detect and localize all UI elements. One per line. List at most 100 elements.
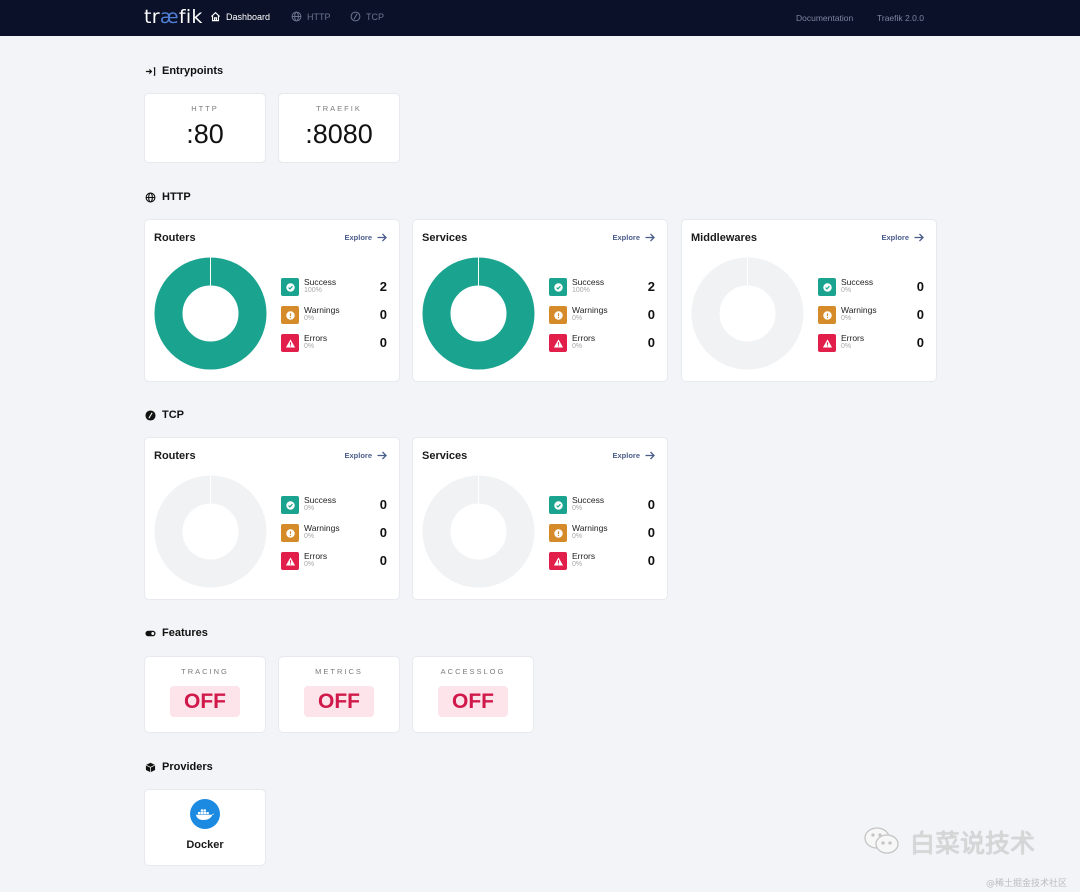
stat-count: 0 [647,497,655,512]
warning-triangle-icon [818,334,836,352]
http-heading: HTTP [145,191,191,203]
stat-count: 0 [379,307,387,322]
stat-label: Success [572,277,605,287]
stat-row-success: Success 0% 0 [549,495,655,515]
explore-link[interactable]: Explore [344,233,387,242]
feature-name: TRACING [181,667,229,676]
stat-count: 0 [647,335,655,350]
stat-row-warning: Warnings 0% 0 [281,523,387,543]
globe-icon [291,11,302,22]
stat-count: 0 [379,553,387,568]
explore-link[interactable]: Explore [612,451,655,460]
stat-percent: 0% [572,533,583,540]
stat-count: 0 [647,553,655,568]
entrypoint-port: :80 [186,119,224,149]
stat-percent: 100% [572,287,590,294]
stat-row-warning: Warnings 0% 0 [281,305,387,325]
stat-row-warning: Warnings 0% 0 [818,305,924,325]
explore-link[interactable]: Explore [612,233,655,242]
exclamation-circle-icon [818,306,836,324]
wechat-icon [864,827,899,854]
stat-label: Success [304,277,337,287]
stat-label: Success [304,495,337,505]
arrow-right-icon [645,233,655,242]
entrypoint-name: TRAEFIK [316,104,362,113]
arrow-right-icon [377,451,387,460]
check-circle-icon [281,278,299,296]
explore-link[interactable]: Explore [344,451,387,460]
stat-label: Warnings [841,305,877,315]
providers-heading: Providers [145,761,213,773]
status-donut-chart [422,257,535,370]
feature-card-metrics: METRICS OFF [279,657,399,732]
status-donut-chart [154,475,267,588]
stat-percent: 0% [572,561,583,568]
stat-count: 2 [379,279,387,294]
stat-count: 0 [647,307,655,322]
stat-row-success: Success 0% 0 [818,277,924,297]
stat-label: Errors [304,551,328,561]
stat-count: 0 [916,279,924,294]
card-title: Routers [154,232,196,244]
stat-percent: 0% [841,343,852,350]
watermark: 白菜说技术 [862,824,1035,860]
warning-triangle-icon [549,334,567,352]
stat-label: Warnings [304,523,340,533]
status-donut-chart [154,257,267,370]
warning-triangle-icon [549,552,567,570]
feature-name: ACCESSLOG [440,667,506,676]
provider-card-docker[interactable]: Docker [145,790,265,865]
stat-label: Warnings [304,305,340,315]
exclamation-circle-icon [549,524,567,542]
stat-count: 0 [647,525,655,540]
warning-triangle-icon [281,334,299,352]
home-icon [210,11,221,22]
check-circle-icon [549,278,567,296]
tcp-icon [350,11,361,22]
stat-percent: 0% [841,287,852,294]
explore-link[interactable]: Explore [881,233,924,242]
entrypoint-card-traefik: TRAEFIK :8080 [279,94,399,162]
http-routers-card: Routers Explore Success 100% 2 Warnings 0% 0 Err… [145,220,399,381]
check-circle-icon [818,278,836,296]
stat-label: Errors [572,551,596,561]
nav-tcp[interactable]: TCP [350,11,384,22]
entrypoint-icon [145,66,156,76]
card-title: Middlewares [691,232,758,244]
stat-row-warning: Warnings 0% 0 [549,305,655,325]
feature-card-tracing: TRACING OFF [145,657,265,732]
feature-name: METRICS [315,667,363,676]
stat-row-success: Success 100% 2 [281,277,387,297]
status-donut-chart [691,257,804,370]
nav-dashboard[interactable]: Dashboard [210,11,270,22]
stat-percent: 0% [304,561,315,568]
stat-row-error: Errors 0% 0 [549,551,655,571]
stat-row-error: Errors 0% 0 [818,333,924,353]
arrow-right-icon [914,233,924,242]
stat-row-success: Success 0% 0 [281,495,387,515]
check-circle-icon [549,496,567,514]
stat-label: Warnings [572,523,608,533]
stat-row-error: Errors 0% 0 [281,333,387,353]
stat-percent: 0% [304,533,315,540]
stat-count: 2 [647,279,655,294]
feature-status-badge: OFF [304,686,374,717]
docker-icon [190,799,220,829]
cube-icon [145,762,156,772]
stat-count: 0 [916,335,924,350]
nav-http[interactable]: HTTP [291,11,331,22]
exclamation-circle-icon [549,306,567,324]
tcp-heading: TCP [145,409,184,421]
traefik-logo[interactable]: træfik [144,6,203,28]
documentation-link[interactable]: Documentation [796,13,853,23]
tcp-routers-card: Routers Explore Success 0% 0 Warnings 0% 0 Error… [145,438,399,599]
watermark-subtext: @稀土掘金技术社区 [986,879,1068,889]
entrypoint-name: HTTP [191,104,219,113]
entrypoint-card-http: HTTP :80 [145,94,265,162]
feature-card-accesslog: ACCESSLOG OFF [413,657,533,732]
exclamation-circle-icon [281,524,299,542]
feature-status-badge: OFF [438,686,508,717]
stat-count: 0 [916,307,924,322]
provider-name: Docker [186,839,224,851]
card-title: Services [422,232,468,244]
